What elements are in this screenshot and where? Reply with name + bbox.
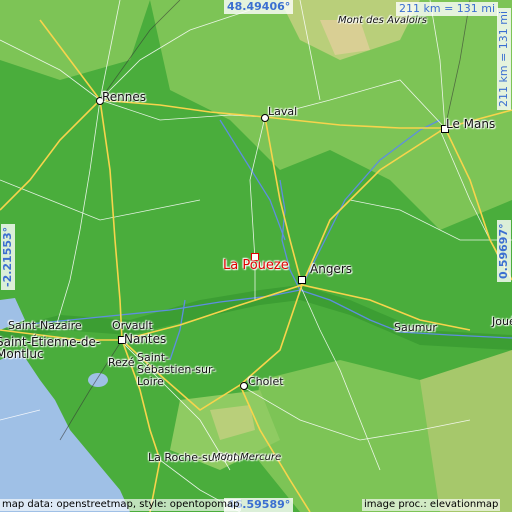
label-rennes: Rennes — [102, 90, 147, 104]
label-mont-mercure: Mont Mercure — [212, 452, 282, 463]
label-saint-etienne: Saint-Étienne-de-Montluc — [0, 335, 101, 361]
label-saint-sebastien: Saint-Sébastien-sur-Loire — [137, 351, 216, 388]
scale-horizontal: 211 km = 131 mi — [396, 2, 499, 16]
town-circle-icon — [240, 382, 248, 390]
label-saumur: Saumur — [394, 321, 437, 334]
label-angers: Angers — [310, 262, 352, 276]
label-orvault: Orvault — [112, 319, 153, 332]
label-le-mans: Le Mans — [446, 117, 496, 131]
label-laval: Laval — [268, 105, 298, 118]
label-nantes: Nantes — [124, 332, 167, 346]
label-reze: Rezé — [108, 356, 135, 369]
credit-map-data: map data: openstreetmap, style: opentopo… — [0, 499, 242, 511]
label-saint-nazaire: Saint-Nazaire — [8, 319, 82, 332]
lake-grand-lieu — [88, 373, 108, 387]
label-mont-avaloirs: Mont des Avaloirs — [338, 15, 427, 26]
label-cholet: Cholet — [248, 375, 284, 388]
city-square-icon — [298, 276, 306, 284]
map-viewport[interactable]: 48.49406° 46.59589° -2.21553° 0.59697° 2… — [0, 0, 512, 512]
coord-left: -2.21553° — [1, 223, 15, 290]
coord-right: 0.59697° — [497, 220, 511, 282]
scale-vertical: 211 km = 131 mi — [497, 7, 511, 110]
label-la-poueze: La Poueze — [223, 258, 289, 273]
credit-image-proc: image proc.: elevationmap — [362, 499, 501, 511]
label-joue: Joué — [492, 315, 512, 328]
coord-top: 48.49406° — [224, 0, 294, 14]
